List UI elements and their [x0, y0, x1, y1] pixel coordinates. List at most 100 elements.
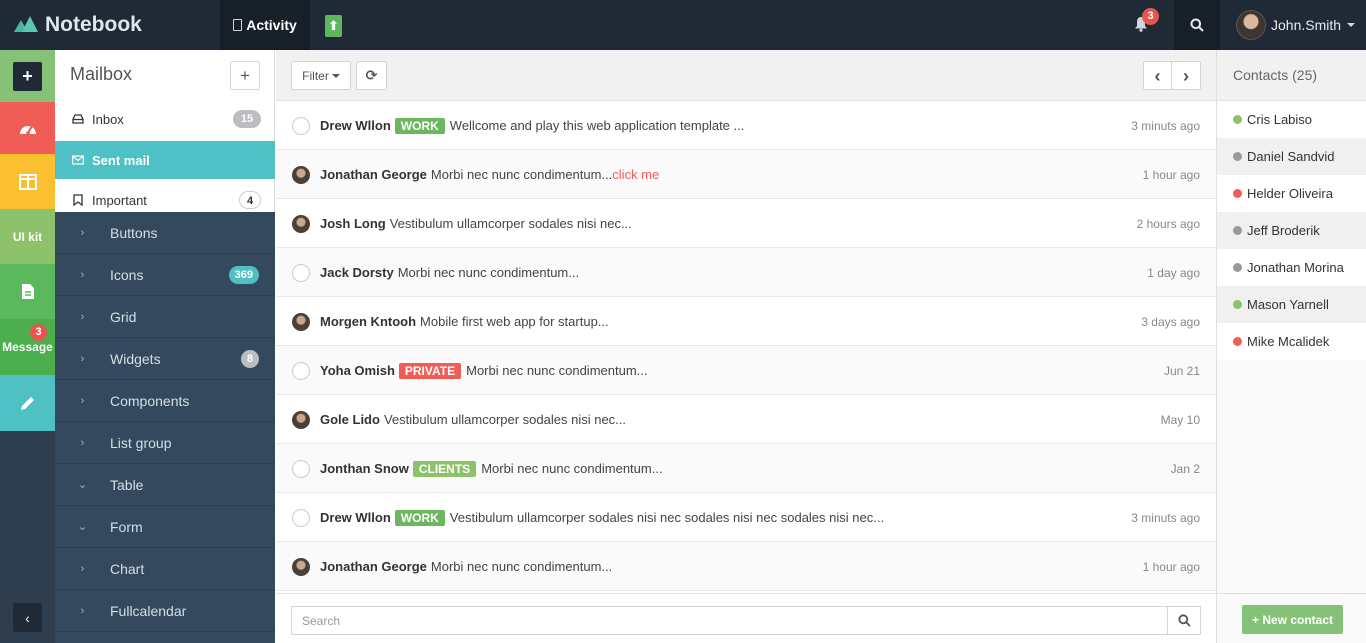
avatar: [1236, 10, 1266, 40]
nav-item-fullcalendar[interactable]: › Fullcalendar: [55, 590, 275, 632]
message-row[interactable]: Drew Wllon WORK Vestibulum ullamcorper sod…: [276, 493, 1216, 542]
chevron-right-icon: ›: [1183, 65, 1189, 86]
chevron-down-icon: ⌄: [77, 479, 88, 491]
search-icon: [1177, 614, 1191, 627]
mailbox-item-label: Important: [92, 192, 147, 208]
rail-message-count: 3: [30, 324, 47, 341]
avatar: [292, 264, 310, 282]
mailbox-item-inbox[interactable]: Inbox 15: [55, 100, 275, 138]
upload-button[interactable]: ⬆: [325, 15, 342, 37]
refresh-button[interactable]: ⟳: [356, 61, 387, 90]
user-menu[interactable]: John.Smith: [1221, 0, 1366, 50]
mailbox-item-sent[interactable]: Sent mail: [55, 141, 275, 179]
rail-add-button[interactable]: +: [0, 50, 55, 102]
filter-button[interactable]: Filter: [291, 61, 351, 90]
nav-item-label: Widgets: [110, 350, 161, 367]
next-page-button[interactable]: ›: [1171, 61, 1201, 90]
message-row[interactable]: Jonathan George Morbi nec nunc condimentu…: [276, 542, 1216, 591]
widgets-count-badge: 8: [240, 350, 259, 368]
toolbar: Filter ⟳ ‹ ›: [276, 50, 1216, 101]
message-row[interactable]: Jack Dorsty Morbi nec nunc condimentum...…: [276, 248, 1216, 297]
message-sender: Gole Lido: [320, 412, 380, 427]
contact-item[interactable]: Mason Yarnell: [1217, 286, 1366, 323]
message-row[interactable]: Drew Wllon WORK Wellcome and play this web…: [276, 101, 1216, 150]
contact-item[interactable]: Jonathan Morina: [1217, 249, 1366, 286]
caret-down-icon: [1347, 23, 1356, 27]
chevron-right-icon: ›: [80, 604, 85, 617]
nav-item-widgets[interactable]: › Widgets 8: [55, 338, 275, 380]
status-dot: [1233, 300, 1242, 309]
message-row[interactable]: Josh Long Vestibulum ullamcorper sodales …: [276, 199, 1216, 248]
message-label: CLIENTS: [412, 460, 477, 477]
message-preview: Mobile first web app for startup...: [420, 314, 609, 329]
chevron-left-icon: ‹: [1154, 65, 1161, 86]
nav-item-label: Fullcalendar: [110, 602, 187, 619]
compose-button[interactable]: +: [230, 61, 260, 90]
top-search-button[interactable]: [1174, 0, 1220, 50]
top-bar: Notebook Activity ⬆ 3 John.Smith: [0, 0, 1366, 50]
rail-ui-kit[interactable]: UI kit: [0, 209, 55, 264]
nav-item-components[interactable]: › Components: [55, 380, 275, 422]
nav-item-label: Grid: [110, 308, 137, 325]
message-row[interactable]: Jonathan George Morbi nec nunc condimentu…: [276, 150, 1216, 199]
rail-layout[interactable]: [0, 154, 55, 209]
nav-item-table[interactable]: ⌄ Table: [55, 464, 275, 506]
brand[interactable]: Notebook: [0, 0, 220, 50]
message-label: PRIVATE: [398, 362, 462, 379]
nav-item-grid[interactable]: › Grid: [55, 296, 275, 338]
rail-dashboard[interactable]: [0, 102, 55, 154]
notifications-count: 3: [1142, 8, 1159, 25]
message-preview: Morbi nec nunc condimentum...: [466, 363, 648, 378]
message-sender: Jonathan George: [320, 167, 427, 182]
filter-label: Filter: [302, 68, 329, 83]
contact-item[interactable]: Daniel Sandvid: [1217, 138, 1366, 175]
rail-message[interactable]: Message 3: [0, 319, 55, 375]
nav-item-label: Form: [110, 518, 143, 535]
new-contact-button[interactable]: + New contact: [1242, 605, 1343, 634]
sidebar-nav: › Buttons › Icons 369 › Grid › Widgets 8 › Comp…: [55, 212, 275, 643]
contact-item[interactable]: Helder Oliveira: [1217, 175, 1366, 212]
nav-item-form[interactable]: ⌄ Form: [55, 506, 275, 548]
avatar: [292, 117, 310, 135]
nav-item-label: List group: [110, 434, 172, 451]
contact-item[interactable]: Jeff Broderik: [1217, 212, 1366, 249]
avatar: [292, 460, 310, 478]
contacts-panel: Contacts (25) Cris Labiso Daniel Sandvid…: [1216, 50, 1366, 643]
message-time: 2 hours ago: [1136, 216, 1200, 231]
collapse-sidebar-button[interactable]: ‹: [13, 603, 42, 632]
mailbox-item-label: Inbox: [92, 111, 124, 127]
message-row[interactable]: Morgen Kntooh Mobile first web app for st…: [276, 297, 1216, 346]
nav-item-buttons[interactable]: › Buttons: [55, 212, 275, 254]
nav-item-chart[interactable]: › Chart: [55, 548, 275, 590]
inbox-icon: [72, 114, 84, 124]
click-me-link[interactable]: click me: [612, 167, 659, 182]
message-label: WORK: [394, 117, 445, 134]
message-time: May 10: [1160, 412, 1200, 427]
contact-item[interactable]: Mike Mcalidek: [1217, 323, 1366, 360]
message-row[interactable]: Yoha Omish PRIVATE Morbi nec nunc condimen…: [276, 346, 1216, 395]
brand-name: Notebook: [45, 13, 142, 36]
status-dot: [1233, 337, 1242, 346]
chevron-right-icon: ›: [80, 226, 85, 239]
prev-page-button[interactable]: ‹: [1143, 61, 1172, 90]
icon-rail: + UI kit Message 3 ‹: [0, 50, 55, 643]
caret-down-icon: [331, 73, 340, 78]
search-button[interactable]: [1167, 606, 1201, 635]
message-preview: Morbi nec nunc condimentum...: [430, 559, 613, 574]
message-row[interactable]: Jonthan Snow CLIENTS Morbi nec nunc condim…: [276, 444, 1216, 493]
contact-name: Mason Yarnell: [1247, 297, 1329, 312]
message-row[interactable]: Gole Lido Vestibulum ullamcorper sodales …: [276, 395, 1216, 444]
nav-item-icons[interactable]: › Icons 369: [55, 254, 275, 296]
nav-item-list-group[interactable]: › List group: [55, 422, 275, 464]
rail-edit[interactable]: [0, 375, 55, 431]
activity-button[interactable]: Activity: [220, 0, 310, 50]
contact-item[interactable]: Cris Labiso: [1217, 101, 1366, 138]
mailbox-title: Mailbox: [70, 64, 133, 84]
search-input[interactable]: [291, 606, 1168, 635]
message-preview: Morbi nec nunc condimentum...: [430, 167, 613, 182]
rail-message-label: Message: [2, 340, 53, 354]
avatar: [292, 558, 310, 576]
rail-pages[interactable]: [0, 264, 55, 319]
layout-icon: [18, 173, 37, 190]
nav-item-label: Buttons: [110, 224, 158, 241]
